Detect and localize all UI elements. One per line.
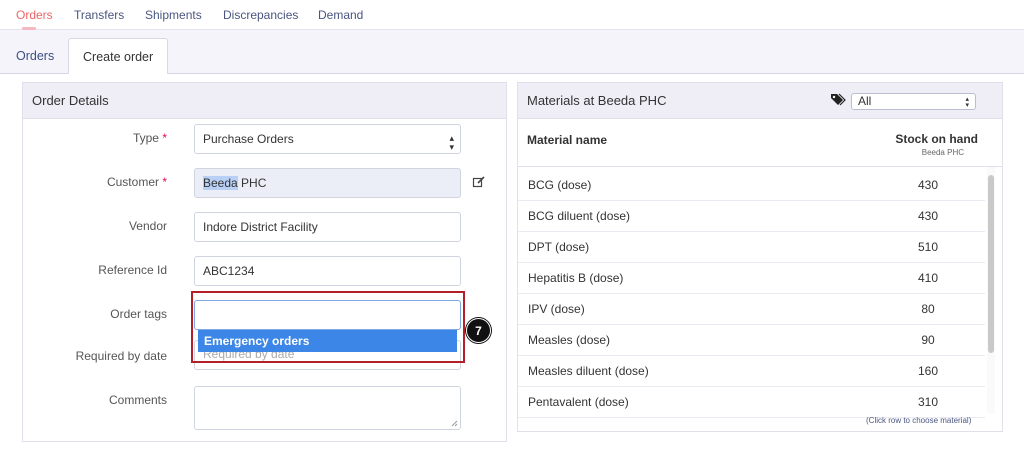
vendor-field[interactable]: Indore District Facility — [194, 212, 461, 242]
resize-handle-icon — [451, 420, 458, 427]
vendor-label: Vendor — [128, 219, 167, 233]
material-row[interactable]: IPV (dose) 80 — [518, 294, 985, 325]
material-row[interactable]: DPT (dose) 510 — [518, 232, 985, 263]
customer-label: Customer * — [106, 175, 167, 189]
materials-scrollbar[interactable] — [987, 167, 995, 413]
nav-orders[interactable]: Orders — [16, 8, 53, 22]
material-row[interactable]: BCG diluent (dose) 430 — [518, 201, 985, 232]
tab-orders[interactable]: Orders — [2, 38, 68, 74]
reference-id-field[interactable]: ABC1234 — [194, 256, 461, 286]
materials-panel: Materials at Beeda PHC All ▴ ▾ Material n… — [517, 82, 1003, 432]
type-value: Purchase Orders — [203, 132, 294, 146]
tab-create-order[interactable]: Create order — [68, 38, 169, 75]
comments-label: Comments — [108, 393, 167, 407]
col-stock-subheader: Beeda PHC — [921, 148, 964, 157]
filter-arrows-icon: ▴ ▾ — [965, 96, 969, 109]
nav-demand[interactable]: Demand — [318, 8, 363, 22]
highlight-box — [191, 291, 465, 363]
type-label: Type * — [132, 131, 167, 145]
filter-value: All — [858, 94, 872, 108]
material-row[interactable]: Pentavalent (dose) 310 — [518, 387, 985, 418]
reference-label: Reference Id — [98, 263, 167, 277]
material-row[interactable]: BCG (dose) 430 — [518, 170, 985, 201]
scrollbar-thumb[interactable] — [988, 175, 994, 353]
customer-value-selected: Beeda — [203, 176, 238, 190]
col-stock-on-hand: Stock on hand — [895, 132, 978, 146]
type-select[interactable]: Purchase Orders ▴ ▾ — [194, 124, 461, 154]
col-material-name: Material name — [527, 133, 608, 147]
comments-textarea[interactable] — [194, 386, 461, 430]
select-arrows-icon: ▴ ▾ — [449, 133, 454, 152]
materials-filter-select[interactable]: All ▴ ▾ — [851, 93, 976, 110]
nav-shipments[interactable]: Shipments — [145, 8, 202, 22]
customer-value: PHC — [237, 176, 267, 190]
required-date-label: Required by date — [75, 349, 167, 363]
order-labels: Type * Customer * Vendor Reference Id Or… — [22, 74, 167, 451]
material-row[interactable]: Measles diluent (dose) 160 — [518, 356, 985, 387]
active-nav-indicator — [22, 27, 36, 30]
customer-field[interactable]: Beeda PHC — [194, 168, 461, 198]
material-row[interactable]: Hepatitis B (dose) 410 — [518, 263, 985, 294]
order-tags-label: Order tags — [110, 307, 167, 321]
material-row[interactable]: Measles (dose) 90 — [518, 325, 985, 356]
step-badge: 7 — [466, 318, 491, 343]
nav-transfers[interactable]: Transfers — [74, 8, 124, 22]
nav-discrepancies[interactable]: Discrepancies — [223, 8, 298, 22]
materials-table-header: Material name Stock on hand Beeda PHC — [518, 119, 1002, 167]
sub-tabs: Orders Create order — [0, 38, 1024, 75]
tag-icon — [830, 93, 846, 107]
edit-icon[interactable] — [472, 175, 486, 189]
top-nav: Orders Transfers Shipments Discrepancies… — [0, 0, 1024, 30]
main-content: Order Details Type * Customer * Vendor R… — [0, 74, 1024, 451]
materials-hint: (Click row to choose material) — [866, 416, 972, 425]
